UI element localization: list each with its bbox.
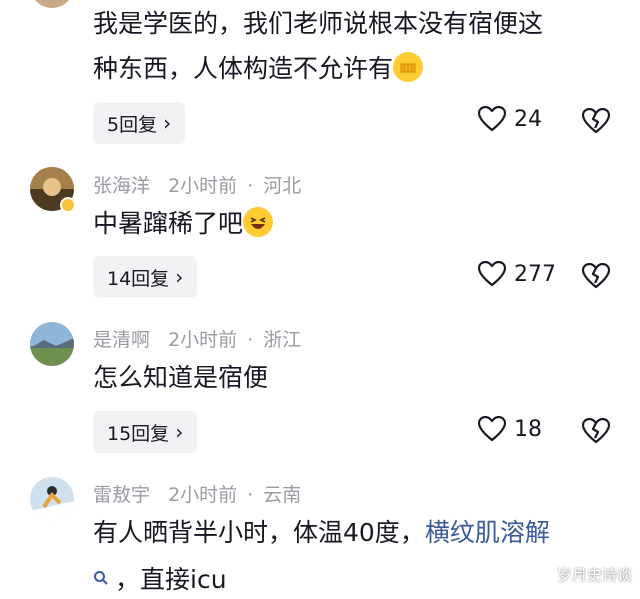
chevron-right-icon: › (175, 420, 184, 444)
avatar[interactable] (30, 477, 74, 521)
comment-meta: 雷敖宇 2小时前 · 云南 (93, 480, 301, 507)
comment-meta: 是清啊 2小时前 · 浙江 (93, 325, 301, 352)
timestamp: 2小时前 (168, 175, 238, 197)
broken-heart-icon (581, 107, 611, 134)
comment-text-line-2: ，直接icu (93, 557, 227, 599)
reply-label: 5回复 (107, 113, 158, 136)
timestamp: 2小时前 (168, 484, 238, 506)
separator: · (247, 329, 254, 351)
comment-meta: 张海洋 2小时前 · 河北 (93, 171, 301, 198)
dislike-button[interactable] (581, 417, 611, 448)
like-count: 18 (514, 416, 542, 442)
reply-label: 15回复 (107, 422, 170, 445)
like-button[interactable]: 18 (478, 416, 542, 442)
dislike-button[interactable] (581, 107, 611, 138)
author-name[interactable]: 是清啊 (93, 329, 150, 351)
reply-button[interactable]: 14回复 › (93, 256, 198, 298)
separator: · (247, 484, 254, 506)
verified-badge-icon (60, 197, 76, 213)
avatar[interactable] (30, 322, 74, 366)
search-icon[interactable] (93, 557, 115, 599)
heart-icon (478, 261, 506, 287)
like-button[interactable]: 24 (478, 106, 542, 132)
reply-button[interactable]: 5回复 › (93, 102, 186, 144)
watermark-logo-icon (537, 566, 553, 583)
heart-icon (478, 416, 506, 442)
like-button[interactable]: 277 (478, 261, 556, 287)
heart-icon (478, 106, 506, 132)
location: 云南 (263, 484, 302, 506)
comment-text-line-1: 我是学医的，我们老师说根本没有宿便这 (93, 9, 544, 38)
laughing-face-icon (243, 207, 274, 237)
broken-heart-icon (581, 417, 611, 444)
watermark: 岁月史诗谈 (537, 564, 632, 585)
comment-text: 有人晒背半小时，体温40度， (93, 518, 425, 547)
timestamp: 2小时前 (168, 329, 238, 351)
comment-text-line-1: 有人晒背半小时，体温40度，横纹肌溶解 (93, 512, 550, 554)
like-count: 277 (514, 261, 556, 287)
comment-text: 中暑蹿稀了吧 (93, 209, 244, 238)
comment-text: ，直接icu (115, 565, 227, 594)
comment-text: 种东西，人体构造不允许有 (93, 54, 394, 83)
dislike-button[interactable] (581, 262, 611, 293)
reply-label: 14回复 (107, 267, 170, 290)
comment-text-line: 中暑蹿稀了吧 (93, 203, 274, 245)
separator: · (247, 175, 254, 197)
avatar[interactable] (30, 0, 74, 8)
broken-heart-icon (581, 262, 611, 289)
like-count: 24 (514, 106, 542, 132)
reply-button[interactable]: 15回复 › (93, 411, 198, 453)
comment-text-line-2: 种东西，人体构造不允许有 (93, 48, 424, 90)
author-name[interactable]: 雷敖宇 (93, 484, 150, 506)
location: 河北 (263, 175, 302, 197)
comment-text: 怎么知道是宿便 (93, 363, 269, 392)
watermark-text: 岁月史诗谈 (556, 566, 632, 584)
search-link[interactable]: 横纹肌溶解 (425, 518, 550, 547)
chevron-right-icon: › (175, 265, 184, 289)
author-name[interactable]: 张海洋 (93, 175, 150, 197)
location: 浙江 (263, 329, 302, 351)
chevron-right-icon: › (163, 111, 172, 135)
fist-bump-icon (393, 52, 424, 82)
